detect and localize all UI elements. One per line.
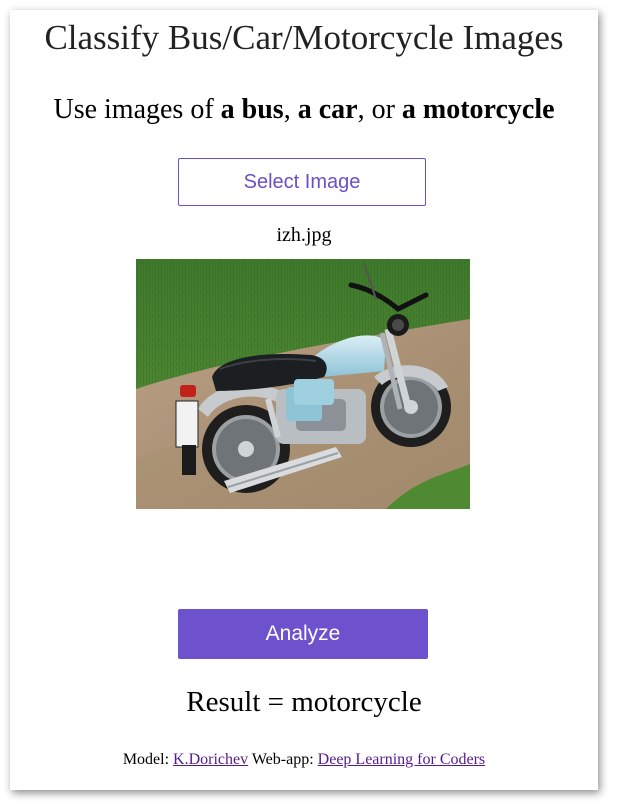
subtitle-sep1: ,: [283, 94, 298, 125]
analyze-button[interactable]: Analyze: [178, 609, 428, 659]
webapp-link[interactable]: Deep Learning for Coders: [318, 751, 486, 768]
image-preview: [136, 259, 470, 509]
page-title: Classify Bus/Car/Motorcycle Images: [44, 18, 564, 57]
motorcycle-photo: [136, 259, 470, 509]
footer-model-prefix: Model:: [122, 751, 174, 768]
subtitle-car: a car: [297, 94, 358, 125]
page-subtitle: Use images of a bus, a car, or a motorcy…: [10, 92, 598, 128]
result-text: Result = motorcycle: [186, 686, 422, 718]
subtitle-motorcycle: a motorcycle: [401, 94, 555, 125]
select-image-button[interactable]: Select Image: [178, 158, 426, 206]
app-card: Classify Bus/Car/Motorcycle Images Use i…: [10, 10, 598, 790]
model-author-link[interactable]: K.Dorichev: [173, 751, 248, 768]
selected-filename: izh.jpg: [276, 224, 332, 246]
subtitle-prefix: Use images of: [53, 94, 221, 125]
subtitle-bus: a bus: [220, 94, 284, 125]
subtitle-sep2: , or: [357, 94, 402, 125]
footer: Model: K.Dorichev Web-app: Deep Learning…: [10, 750, 598, 770]
footer-webapp-prefix: Web-app:: [248, 751, 318, 768]
